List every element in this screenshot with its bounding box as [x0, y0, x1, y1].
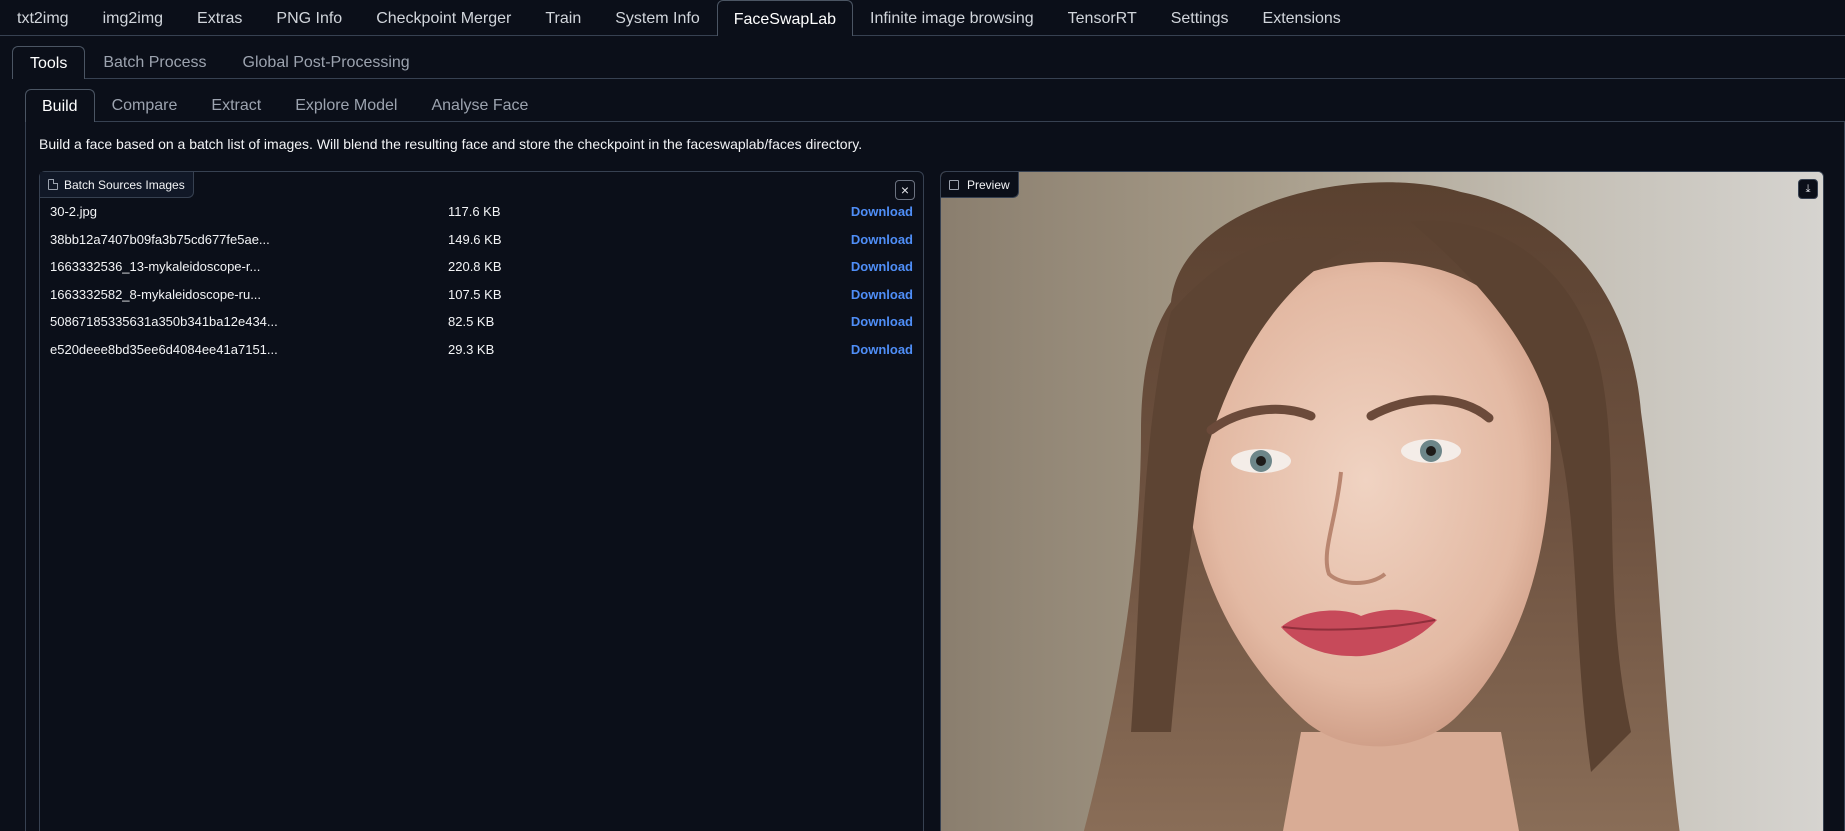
tab-global-post-processing[interactable]: Global Post-Processing	[225, 45, 428, 78]
file-name: e520deee8bd35ee6d4084ee41a7151...	[50, 341, 278, 357]
clear-files-button[interactable]: ×	[895, 180, 915, 200]
batch-sources-label: Batch Sources Images	[40, 172, 194, 198]
tab-build[interactable]: Build	[25, 89, 95, 122]
tab-tensorrt[interactable]: TensorRT	[1051, 0, 1154, 35]
tab-extras[interactable]: Extras	[180, 0, 259, 35]
preview-portrait-image	[941, 172, 1823, 831]
tab-infinite-image-browsing[interactable]: Infinite image browsing	[853, 0, 1051, 35]
file-icon	[48, 179, 58, 190]
tab-analyse-face[interactable]: Analyse Face	[414, 88, 545, 121]
tab-settings[interactable]: Settings	[1154, 0, 1246, 35]
tab-checkpoint-merger[interactable]: Checkpoint Merger	[359, 0, 528, 35]
download-icon: ⤓	[1805, 182, 1811, 195]
file-name: 1663332582_8-mykaleidoscope-ru...	[50, 286, 262, 302]
tab-txt2img[interactable]: txt2img	[0, 0, 86, 35]
file-name: 50867185335631a350b341ba12e434...	[50, 314, 278, 330]
tab-compare[interactable]: Compare	[95, 88, 195, 121]
file-row: 50867185335631a350b341ba12e434... 82.5 K…	[40, 308, 923, 336]
download-link[interactable]: Download	[851, 232, 913, 247]
tab-system-info[interactable]: System Info	[598, 0, 716, 35]
file-size: 107.5 KB	[448, 286, 502, 302]
tab-batch-process[interactable]: Batch Process	[85, 45, 224, 78]
tab-extensions[interactable]: Extensions	[1246, 0, 1358, 35]
image-icon	[949, 179, 959, 190]
main-tab-bar: txt2img img2img Extras PNG Info Checkpoi…	[0, 0, 1845, 36]
download-link[interactable]: Download	[851, 259, 913, 274]
file-name: 1663332536_13-mykaleidoscope-r...	[50, 259, 261, 275]
file-row: e520deee8bd35ee6d4084ee41a7151... 29.3 K…	[40, 336, 923, 364]
file-list: 30-2.jpg 117.6 KB Download 38bb12a7407b0…	[40, 198, 923, 364]
tools-tab-bar: Build Compare Extract Explore Model Anal…	[25, 89, 1845, 122]
file-size: 220.8 KB	[448, 259, 502, 275]
download-link[interactable]: Download	[851, 204, 913, 219]
close-icon: ×	[900, 182, 910, 198]
build-description: Build a face based on a batch list of im…	[39, 136, 863, 152]
download-preview-button[interactable]: ⤓	[1798, 179, 1818, 199]
preview-label: Preview	[941, 172, 1019, 198]
batch-sources-label-text: Batch Sources Images	[64, 177, 185, 192]
download-link[interactable]: Download	[851, 342, 913, 357]
tab-extract[interactable]: Extract	[194, 88, 278, 121]
tab-train[interactable]: Train	[528, 0, 598, 35]
tab-faceswaplab[interactable]: FaceSwapLab	[716, 0, 854, 36]
file-size: 29.3 KB	[448, 341, 495, 357]
tab-tools[interactable]: Tools	[12, 46, 86, 79]
build-panel: Build a face based on a batch list of im…	[25, 122, 1845, 831]
file-row: 1663332536_13-mykaleidoscope-r... 220.8 …	[40, 253, 923, 281]
file-name: 38bb12a7407b09fa3b75cd677fe5ae...	[50, 231, 270, 247]
preview-image-panel: Preview ⤓	[940, 171, 1824, 831]
preview-label-text: Preview	[967, 177, 1010, 192]
file-row: 38bb12a7407b09fa3b75cd677fe5ae... 149.6 …	[40, 226, 923, 254]
tools-area: Build Compare Extract Explore Model Anal…	[25, 89, 1845, 831]
tab-explore-model[interactable]: Explore Model	[278, 88, 414, 121]
batch-sources-dropzone[interactable]: Batch Sources Images × 30-2.jpg 117.6 KB…	[39, 171, 924, 831]
file-size: 82.5 KB	[448, 314, 495, 330]
file-row: 30-2.jpg 117.6 KB Download	[40, 198, 923, 226]
file-name: 30-2.jpg	[50, 204, 97, 219]
faceswaplab-tab-bar: Tools Batch Process Global Post-Processi…	[12, 46, 1845, 79]
download-link[interactable]: Download	[851, 287, 913, 302]
tab-png-info[interactable]: PNG Info	[259, 0, 359, 35]
file-row: 1663332582_8-mykaleidoscope-ru... 107.5 …	[40, 281, 923, 309]
tab-img2img[interactable]: img2img	[86, 0, 180, 35]
download-link[interactable]: Download	[851, 314, 913, 329]
file-size: 117.6 KB	[448, 204, 501, 219]
file-size: 149.6 KB	[448, 231, 502, 247]
